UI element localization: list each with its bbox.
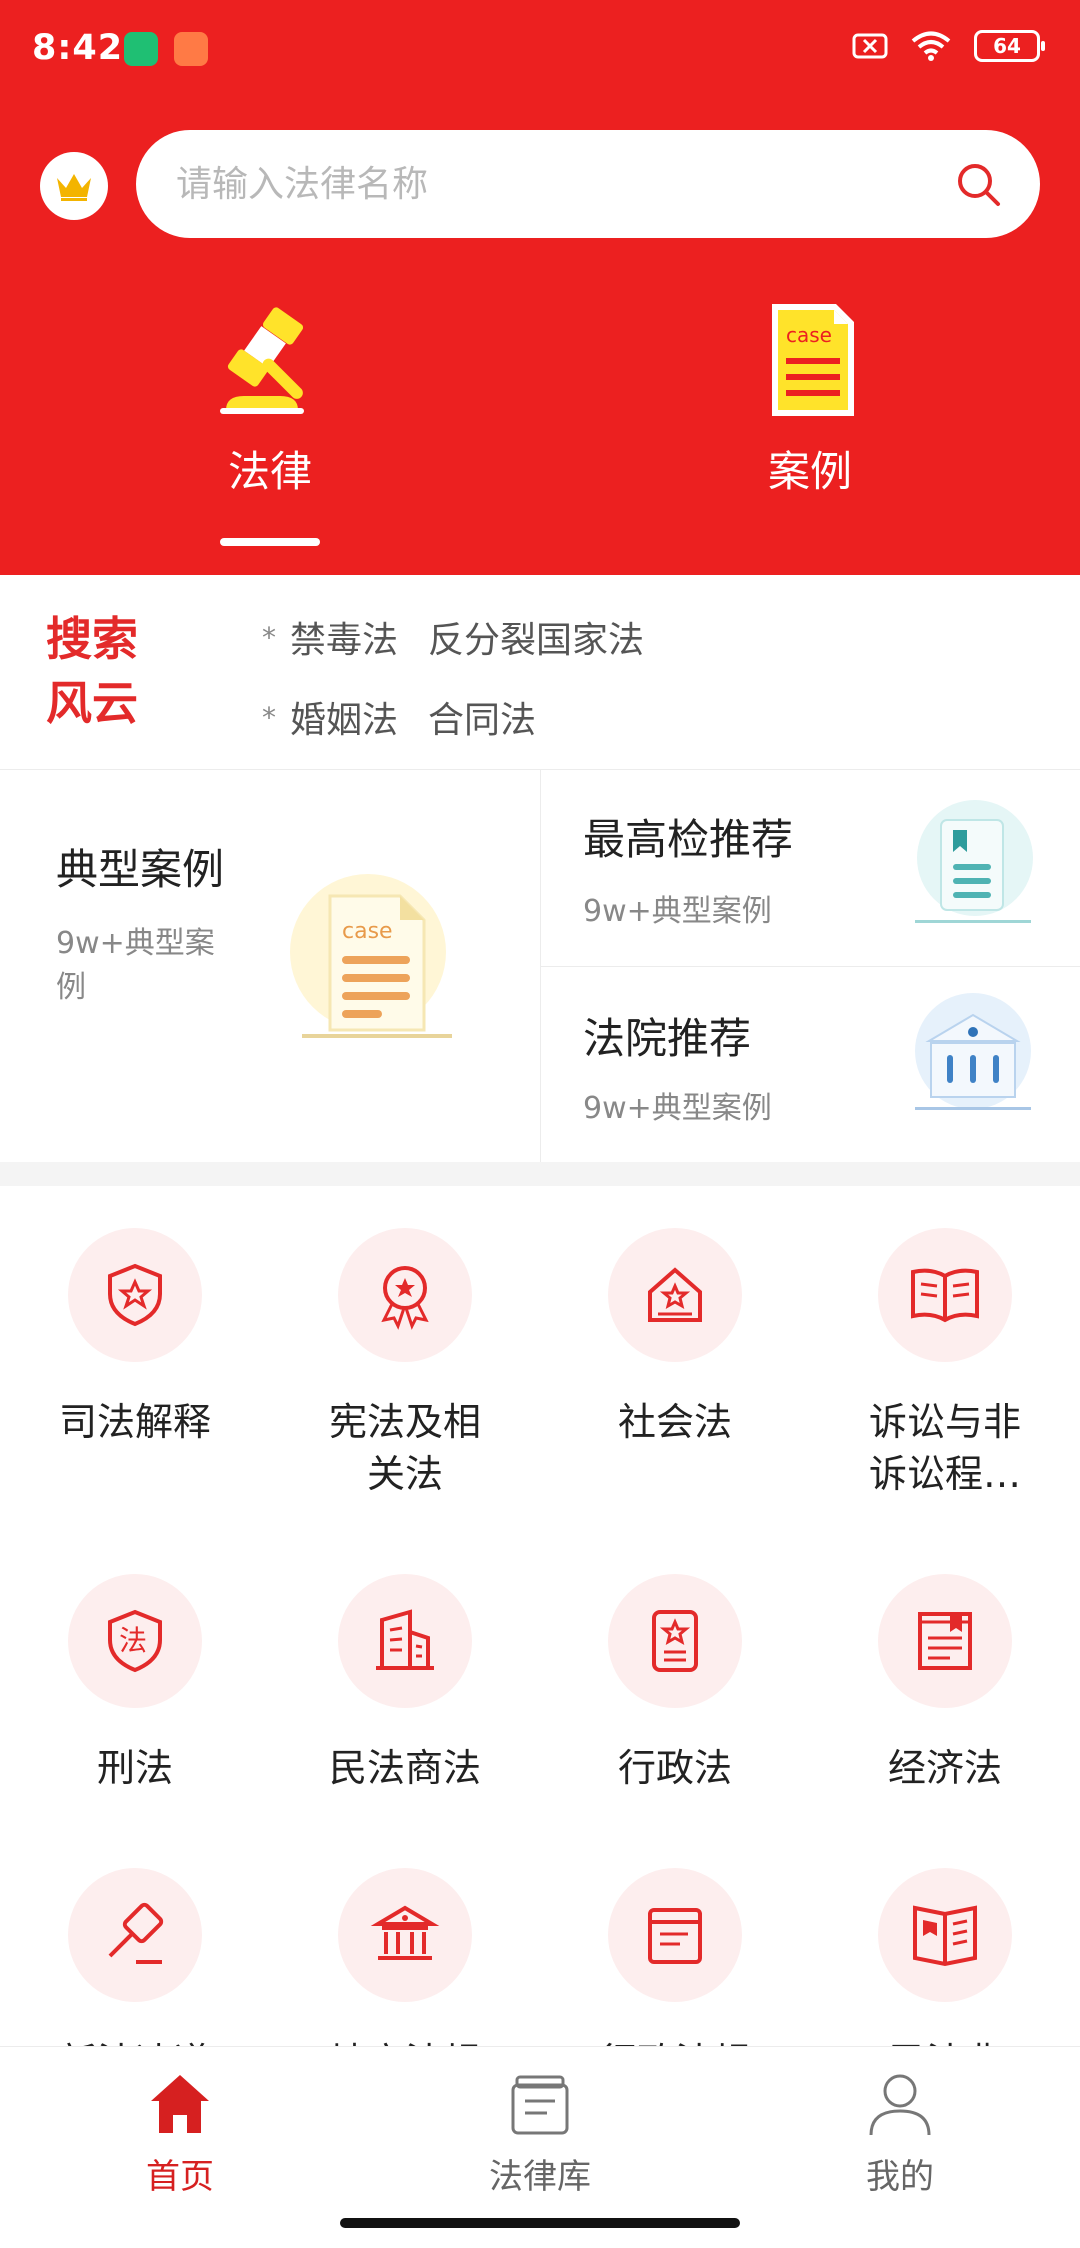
nav-law-library[interactable]: 法律库	[440, 2069, 640, 2198]
status-indicators: 64	[852, 30, 1045, 62]
gavel-icon	[220, 307, 304, 414]
procuratorate-recommend-card[interactable]: 最高检推荐 9w+典型案例	[541, 770, 1080, 966]
grid-item-label: 司法解释	[58, 1400, 211, 1444]
tab-law-label: 法律	[227, 447, 312, 496]
tab-case[interactable]: case 案例	[710, 300, 910, 560]
code-book-icon	[878, 1868, 1012, 2002]
nav-home[interactable]: 首页	[80, 2069, 280, 2198]
battery-level: 64	[993, 34, 1021, 58]
law-category-grid: 司法解释 宪法及相关法 社会法 诉讼与非诉讼程… 法 刑法 民法商法 行政法 经…	[0, 1186, 1080, 2046]
court-title: 法院推荐	[583, 1014, 752, 1063]
award-medal-icon	[338, 1228, 472, 1362]
status-bar: 8:42 64	[0, 0, 1080, 100]
grid-item-label: 新法速递	[45, 2036, 225, 2046]
open-book-icon	[878, 1228, 1012, 1362]
archive-box-icon	[608, 1868, 742, 2002]
hot-marker: *	[262, 700, 276, 734]
court-recommend-card[interactable]: 法院推荐 9w+典型案例	[541, 967, 1080, 1162]
typical-cases-title: 典型案例	[56, 845, 225, 894]
grid-item-administrative-regulations[interactable]: 行政法规	[540, 1826, 810, 2046]
badge-star-icon	[608, 1574, 742, 1708]
profile-icon	[869, 2074, 931, 2136]
hot-searches-row: * 禁毒法 反分裂国家法	[262, 611, 644, 663]
tab-case-label: 案例	[767, 447, 852, 496]
grid-item-social-law[interactable]: 社会法	[540, 1186, 810, 1448]
procuratorate-subtitle: 9w+典型案例	[583, 894, 772, 929]
status-time: 8:42	[32, 28, 124, 68]
grid-item-label: 宪法及相关法	[328, 1400, 481, 1496]
hot-search-link[interactable]: 婚姻法	[290, 691, 398, 743]
app-header: 8:42 64 请输入法律名称 法律 case 案例	[0, 0, 1080, 575]
wifi-icon	[911, 31, 951, 61]
typical-cases-subtitle: 9w+典型案例	[56, 926, 215, 1005]
vip-crown-button[interactable]	[40, 152, 108, 220]
hot-search-link[interactable]: 禁毒法	[290, 611, 398, 663]
svg-text:case: case	[342, 919, 393, 944]
svg-text:法: 法	[119, 1624, 147, 1657]
search-bar[interactable]	[136, 130, 1040, 238]
battery-indicator: 64	[974, 30, 1045, 62]
shop-app-icon	[174, 32, 208, 66]
case-document-icon: case	[290, 874, 452, 1038]
hot-marker: *	[262, 620, 276, 654]
security-app-icon	[124, 32, 158, 66]
grid-item-litigation[interactable]: 诉讼与非诉讼程…	[810, 1186, 1080, 1500]
hot-search-link[interactable]: 合同法	[428, 691, 536, 743]
grid-item-judicial-interpretation[interactable]: 司法解释	[0, 1186, 270, 1448]
crown-icon	[57, 174, 91, 201]
institution-icon	[338, 1868, 472, 2002]
active-tab-indicator	[220, 538, 320, 546]
court-subtitle: 9w+典型案例	[583, 1091, 772, 1126]
home-icon	[151, 2075, 209, 2133]
hot-searches-row: * 婚姻法 合同法	[262, 691, 536, 743]
bookmark-document-icon	[915, 800, 1033, 923]
shield-law-icon: 法	[68, 1574, 202, 1708]
search-icon[interactable]	[954, 160, 1002, 208]
nav-profile[interactable]: 我的	[800, 2069, 1000, 2198]
gavel-icon	[68, 1868, 202, 2002]
recommend-section: 典型案例 9w+典型案例 case 最高检推荐 9w+典型案例 法院推荐 9w+…	[0, 770, 1080, 1162]
grid-item-new-laws[interactable]: 新法速递	[0, 1826, 270, 2046]
home-indicator[interactable]	[340, 2218, 740, 2228]
svg-text:case: case	[786, 323, 832, 347]
grid-item-label: 经济法	[887, 1746, 1002, 1790]
courthouse-icon	[915, 993, 1031, 1110]
hot-search-link[interactable]: 反分裂国家法	[428, 611, 644, 663]
house-star-icon	[608, 1228, 742, 1362]
tab-law[interactable]: 法律	[170, 300, 370, 560]
nav-law-library-label: 法律库	[489, 2157, 591, 2197]
grid-item-civil-code[interactable]: 民法典	[810, 1826, 1080, 2046]
grid-item-label: 地方法规	[315, 2036, 495, 2046]
grid-item-criminal-law[interactable]: 法 刑法	[0, 1532, 270, 1794]
grid-item-administrative-law[interactable]: 行政法	[540, 1532, 810, 1794]
shield-star-icon	[68, 1228, 202, 1362]
grid-item-label: 民法典	[855, 2036, 1035, 2046]
hot-searches: 搜索风云 * 禁毒法 反分裂国家法 * 婚姻法 合同法	[0, 575, 1080, 770]
grid-item-economic-law[interactable]: 经济法	[810, 1532, 1080, 1794]
building-icon	[338, 1574, 472, 1708]
grid-item-label: 行政法	[617, 1746, 732, 1790]
law-library-icon	[511, 2075, 569, 2135]
grid-item-civil-commercial[interactable]: 民法商法	[270, 1532, 540, 1794]
section-separator	[0, 1162, 1080, 1186]
grid-item-label: 行政法规	[585, 2036, 765, 2046]
hot-searches-title: 搜索风云	[46, 612, 138, 730]
ledger-icon	[878, 1574, 1012, 1708]
procuratorate-title: 最高检推荐	[583, 815, 794, 864]
case-file-icon: case	[772, 304, 854, 416]
grid-item-label: 诉讼与非诉讼程…	[868, 1400, 1021, 1496]
nav-home-label: 首页	[146, 2157, 214, 2197]
grid-item-label: 民法商法	[328, 1746, 481, 1790]
search-input[interactable]	[176, 130, 936, 238]
nav-profile-label: 我的	[866, 2157, 934, 2197]
typical-cases-card[interactable]: 典型案例 9w+典型案例 case	[0, 770, 540, 1162]
grid-item-constitution[interactable]: 宪法及相关法	[270, 1186, 540, 1500]
grid-item-label: 刑法	[96, 1746, 173, 1790]
sim-off-icon	[852, 33, 888, 59]
grid-item-local-regulations[interactable]: 地方法规	[270, 1826, 540, 2046]
grid-item-label: 社会法	[617, 1400, 732, 1444]
